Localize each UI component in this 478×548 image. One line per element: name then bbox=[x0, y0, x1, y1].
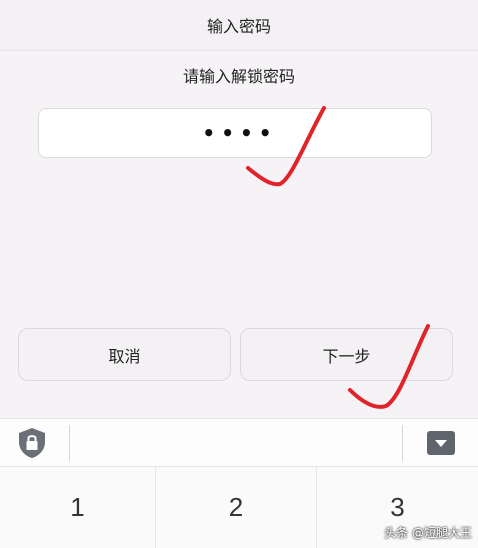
page-title: 输入密码 bbox=[206, 17, 271, 36]
next-step-button[interactable]: 下一步 bbox=[240, 328, 453, 381]
lock-icon[interactable] bbox=[17, 427, 47, 459]
watermark: 头条 @短腿大王 bbox=[384, 526, 472, 540]
title-bar: 输入密码 bbox=[0, 0, 478, 51]
toolbar-divider bbox=[69, 425, 70, 461]
key-2[interactable]: 2 bbox=[156, 467, 316, 548]
toolbar-divider bbox=[402, 425, 403, 461]
key-1[interactable]: 1 bbox=[0, 467, 155, 548]
keyboard-toolbar bbox=[0, 418, 478, 467]
password-input[interactable]: •••• bbox=[38, 108, 432, 158]
password-masked-value: •••• bbox=[202, 121, 278, 145]
keyboard-hide-icon[interactable] bbox=[427, 431, 455, 455]
unlock-prompt: 请输入解锁密码 bbox=[182, 67, 295, 86]
cancel-button[interactable]: 取消 bbox=[18, 328, 231, 381]
